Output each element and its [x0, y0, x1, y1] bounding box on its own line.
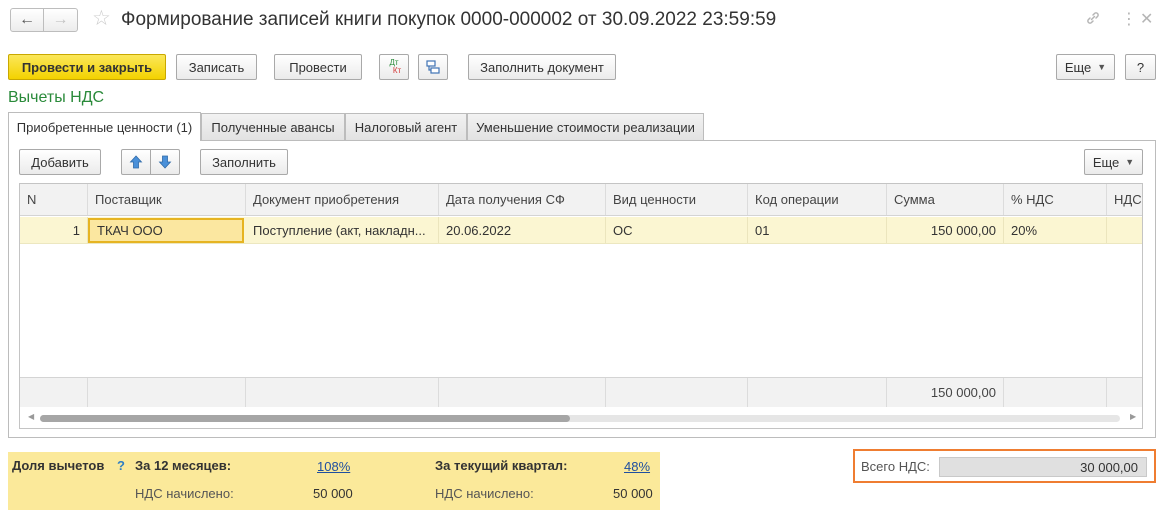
- footer-cell-vat-rate: [1004, 378, 1107, 407]
- cell-vat-rate[interactable]: 20%: [1004, 217, 1107, 243]
- cell-supplier[interactable]: ТКАЧ ООО: [88, 218, 244, 243]
- column-header-document[interactable]: Документ приобретения: [246, 184, 439, 215]
- add-row-button[interactable]: Добавить: [19, 149, 101, 175]
- fill-button[interactable]: Заполнить: [200, 149, 288, 175]
- column-header-vat-rate[interactable]: % НДС: [1004, 184, 1107, 215]
- arrow-up-icon: [129, 155, 143, 169]
- footer-cell-document: [246, 378, 439, 407]
- column-header-sum[interactable]: Сумма: [887, 184, 1004, 215]
- footer-cell-kind: [606, 378, 748, 407]
- scroll-right-icon[interactable]: ▶: [1130, 412, 1136, 421]
- arrow-left-icon: ←: [19, 11, 35, 28]
- table-row[interactable]: 1 ТКАЧ ООО Поступление (акт, накладн... …: [20, 217, 1142, 244]
- column-header-invoice-date[interactable]: Дата получения СФ: [439, 184, 606, 215]
- cell-document[interactable]: Поступление (акт, накладн...: [246, 217, 439, 243]
- total-vat-field: 30 000,00: [939, 457, 1147, 477]
- period-12-months-label: За 12 месяцев:: [135, 458, 232, 473]
- close-icon[interactable]: ✕: [1140, 10, 1153, 30]
- tab-received-advances[interactable]: Полученные авансы: [201, 113, 345, 140]
- horizontal-scrollbar[interactable]: ◀ ▶: [20, 408, 1142, 428]
- column-header-n[interactable]: N: [20, 184, 88, 215]
- vat-accrued-value-quarter: 50 000: [613, 486, 653, 501]
- period-12-months-link[interactable]: 108%: [317, 459, 350, 474]
- move-down-button[interactable]: [150, 149, 180, 175]
- cell-vat[interactable]: [1107, 217, 1142, 243]
- tab-sales-cost-reduction[interactable]: Уменьшение стоимости реализации: [467, 113, 704, 140]
- section-title: Вычеты НДС: [8, 89, 105, 106]
- move-up-button[interactable]: [121, 149, 151, 175]
- table-header: N Поставщик Документ приобретения Дата п…: [20, 184, 1142, 216]
- deduction-share-panel: Доля вычетов ? За 12 месяцев: 108% НДС н…: [8, 452, 660, 510]
- deduction-share-label: Доля вычетов: [12, 458, 105, 473]
- window-title: Формирование записей книги покупок 0000-…: [121, 9, 777, 30]
- total-vat-label: Всего НДС:: [861, 459, 930, 474]
- document-structure-icon: [426, 60, 440, 74]
- chain-link-icon: [1087, 12, 1099, 24]
- back-button[interactable]: ←: [10, 8, 44, 32]
- cell-sum[interactable]: 150 000,00: [887, 217, 1004, 243]
- forward-button[interactable]: →: [44, 8, 78, 32]
- footer-cell-n: [20, 378, 88, 407]
- footer-sum-total: 150 000,00: [887, 378, 1004, 407]
- structure-button[interactable]: [418, 54, 448, 80]
- scrollbar-thumb[interactable]: [40, 415, 570, 422]
- footer-cell-supplier: [88, 378, 246, 407]
- table-footer: 150 000,00: [20, 377, 1142, 407]
- vat-accrued-value-12m: 50 000: [313, 486, 353, 501]
- table-more-button[interactable]: Еще ▼: [1084, 149, 1143, 175]
- column-header-vat[interactable]: НДС: [1107, 184, 1142, 215]
- tab-tax-agent[interactable]: Налоговый агент: [345, 113, 467, 140]
- cell-operation-code[interactable]: 01: [748, 217, 887, 243]
- link-icon[interactable]: [1085, 10, 1101, 32]
- vat-accrued-label-12m: НДС начислено:: [135, 486, 234, 501]
- kt-label: Кт: [392, 66, 402, 75]
- post-button[interactable]: Провести: [274, 54, 362, 80]
- tab-purchased-values[interactable]: Приобретенные ценности (1): [8, 112, 201, 141]
- caret-down-icon: ▼: [1125, 157, 1135, 167]
- fill-document-button[interactable]: Заполнить документ: [468, 54, 616, 80]
- more-label: Еще: [1064, 59, 1092, 75]
- scroll-left-icon[interactable]: ◀: [28, 412, 34, 421]
- more-actions-icon[interactable]: ⋮: [1121, 10, 1137, 30]
- more-button[interactable]: Еще ▼: [1056, 54, 1115, 80]
- table-more-label: Еще: [1092, 154, 1120, 170]
- total-vat-box: Всего НДС: 30 000,00: [853, 449, 1156, 483]
- vat-accrued-label-quarter: НДС начислено:: [435, 486, 534, 501]
- current-quarter-label: За текущий квартал:: [435, 458, 568, 473]
- dt-kt-icon: Дт Кт: [387, 59, 401, 75]
- arrow-right-icon: →: [52, 11, 69, 28]
- footer-cell-date: [439, 378, 606, 407]
- footer-cell-op-code: [748, 378, 887, 407]
- footer-cell-vat: [1107, 378, 1142, 407]
- arrow-down-icon: [158, 155, 172, 169]
- favorite-star-icon[interactable]: ☆: [92, 7, 111, 31]
- dt-kt-button[interactable]: Дт Кт: [379, 54, 409, 80]
- cell-value-kind[interactable]: ОС: [606, 217, 748, 243]
- column-header-supplier[interactable]: Поставщик: [88, 184, 246, 215]
- help-question-icon[interactable]: ?: [117, 458, 125, 473]
- cell-invoice-date[interactable]: 20.06.2022: [439, 217, 606, 243]
- caret-down-icon: ▼: [1097, 62, 1107, 72]
- save-button[interactable]: Записать: [176, 54, 257, 80]
- current-quarter-link[interactable]: 48%: [624, 459, 650, 474]
- column-header-operation-code[interactable]: Код операции: [748, 184, 887, 215]
- post-and-close-button[interactable]: Провести и закрыть: [8, 54, 166, 80]
- cell-n[interactable]: 1: [20, 217, 88, 243]
- purchases-table[interactable]: N Поставщик Документ приобретения Дата п…: [19, 183, 1143, 429]
- column-header-value-kind[interactable]: Вид ценности: [606, 184, 748, 215]
- help-button[interactable]: ?: [1125, 54, 1156, 80]
